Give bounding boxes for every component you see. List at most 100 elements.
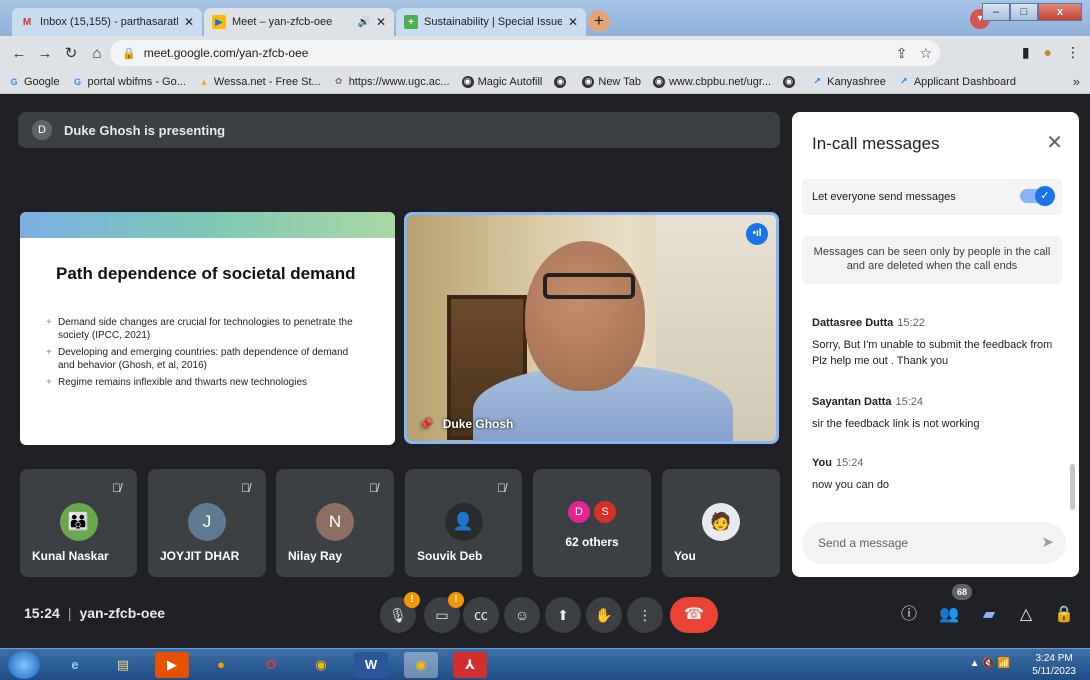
meeting-info: 15:24 | yan-zfcb-oee [24,605,166,621]
raise-hand-button[interactable]: ✋ [586,597,622,633]
kanyashree-icon: ↗ [900,76,908,86]
new-tab-button[interactable]: + [588,10,610,32]
presenter-video-tile[interactable]: •ıl 📌 Duke Ghosh [404,212,779,444]
chat-scrollbar[interactable] [1070,464,1075,510]
lock-person-icon: 🔒 [1054,606,1074,623]
profile-avatar-icon[interactable]: ● [1044,44,1052,61]
message-time: 15:24 [895,396,924,408]
menu-kebab-icon[interactable]: ⋮ [1066,44,1080,61]
bookmark-star-icon[interactable]: ☆ [919,45,932,62]
leave-call-button[interactable]: ☎ [670,597,718,633]
message-sender: Dattasree Dutta [812,317,894,329]
more-options-button[interactable]: ⋮ [627,597,663,633]
close-tab-icon[interactable]: ✕ [184,15,194,29]
back-arrow-icon[interactable]: ← [6,45,32,62]
send-icon[interactable]: ➤ [1041,533,1054,551]
participant-tile[interactable]: 🎙̸ 👤 Souvik Deb [405,469,522,577]
chat-message: Sayantan Datta 15:24 sir the feedback lin… [812,396,1062,432]
people-button[interactable]: 👥 [935,601,963,629]
message-composer: ➤ [802,522,1066,564]
avatar: S [594,501,616,523]
bookmark-item[interactable]: ◉ Magic Autofill [461,75,542,88]
tab-sustainability[interactable]: + Sustainability | Special Issue : Soc ✕ [396,8,586,36]
send-message-input[interactable] [818,536,1018,550]
address-bar[interactable]: 🔒 meet.google.com/yan-zfcb-oee ⇪ ☆ [110,40,940,66]
emoji-icon: ☺ [514,607,530,623]
media-player-icon[interactable]: ▶ [155,652,189,678]
forward-arrow-icon[interactable]: → [32,45,58,62]
tab-meet[interactable]: ▶ Meet – yan-zfcb-oee 🔊 ✕ [204,8,394,36]
more-vert-icon: ⋮ [638,607,652,623]
share-icon[interactable]: ⇪ [896,45,908,62]
close-tab-icon[interactable]: ✕ [376,15,386,29]
slide-header-band [20,212,395,238]
bookmark-item[interactable]: Gportal wbifms - Go... [71,76,186,88]
wessa-icon: ▲ [199,76,209,87]
bookmark-item[interactable]: ↗ Applicant Dashboard [898,76,1016,88]
reactions-button[interactable]: ☺ [504,597,540,633]
chrome-active-icon[interactable]: ◉ [404,652,438,678]
phone-hangup-icon: ☎ [684,606,704,623]
activities-button[interactable]: △ [1012,601,1040,629]
globe-icon: ◉ [554,75,567,88]
microphone-button[interactable]: 🎙 ! [380,592,420,633]
in-call-messages-panel: In-call messages ✕ Let everyone send mes… [792,112,1079,577]
explorer-folder-icon[interactable]: ▤ [106,652,140,678]
window-close-button[interactable]: x [1038,3,1082,21]
lock-icon[interactable]: 🔒 [122,47,136,60]
hand-icon: ✋ [595,607,613,623]
browser-toolbar: ← → ↻ ⌂ 🔒 meet.google.com/yan-zfcb-oee ⇪… [0,36,1090,70]
present-button[interactable]: ⬆ [545,597,581,633]
bookmark-item[interactable]: ↗ Kanyashree [811,76,886,88]
side-panel-icon[interactable]: ▮ [1022,44,1030,61]
acrobat-icon[interactable]: ⅄ [453,652,487,678]
ie-icon[interactable]: e [58,652,92,678]
bookmark-item[interactable]: ◉ [783,75,799,88]
participant-name: Nilay Ray [288,549,343,563]
bookmark-item[interactable]: ◉ www.cbpbu.net/ugr... [652,75,771,88]
maximize-button[interactable]: □ [1010,3,1038,21]
bookmarks-overflow-icon[interactable]: » [1073,74,1080,89]
tab-gmail[interactable]: M Inbox (15,155) - parthasarathiaic ✕ [12,8,202,36]
bookmark-item[interactable]: ◉ New Tab [582,75,641,88]
firefox-icon[interactable]: ● [204,652,238,678]
close-icon[interactable]: ✕ [1046,130,1063,155]
home-icon[interactable]: ⌂ [84,45,110,62]
slide-title: Path dependence of societal demand [56,264,356,283]
participant-tile[interactable]: 🎙̸ J JOYJIT DHAR [148,469,266,577]
system-tray[interactable]: ▲ 🔇 📶 [970,658,1010,669]
others-tile[interactable]: D S 62 others [533,469,651,577]
check-icon: ✓ [1035,186,1055,206]
activities-icon: △ [1019,606,1033,623]
captions-button[interactable]: ㏄ [463,597,499,633]
taskbar-clock[interactable]: 3:24 PM 5/11/2023 [1032,652,1076,678]
allow-messages-toggle[interactable]: ✓ [1020,186,1055,206]
audio-playing-icon[interactable]: 🔊 [357,17,369,28]
camera-button[interactable]: ▭ ! [424,592,464,633]
mic-off-icon: 🎙̸ [112,481,121,495]
host-controls-button[interactable]: 🔒 [1050,601,1078,629]
panel-title: In-call messages [812,134,940,153]
bookmark-item[interactable]: ▲ Wessa.net - Free St... [198,76,320,88]
participant-tile[interactable]: 🎙̸ 👪 Kunal Naskar [20,469,137,577]
chat-button[interactable]: ▰ [975,601,1003,629]
reload-icon[interactable]: ↻ [58,44,84,62]
participant-name: Kunal Naskar [32,549,109,563]
opera-icon[interactable]: O [254,652,288,678]
participant-tile[interactable]: 🎙̸ N Nilay Ray [276,469,394,577]
avatar: N [316,503,354,541]
start-button[interactable] [8,651,40,679]
minimize-button[interactable]: – [982,3,1010,21]
bookmark-item[interactable]: G Google [8,76,59,88]
bookmark-item[interactable]: ◉ [554,75,570,88]
self-tile[interactable]: 🧑 You [662,469,780,577]
word-icon[interactable]: W [354,652,388,678]
chrome-icon[interactable]: ◉ [304,652,338,678]
presentation-slide[interactable]: Path dependence of societal demand Deman… [20,212,395,445]
avatar: D [568,501,590,523]
google-icon: G [10,76,18,87]
meeting-details-button[interactable]: ⓘ [895,601,923,629]
pin-icon[interactable]: 📌 [419,418,433,431]
bookmark-item[interactable]: ✿ https://www.ugc.ac... [333,76,450,88]
close-tab-icon[interactable]: ✕ [568,15,578,29]
